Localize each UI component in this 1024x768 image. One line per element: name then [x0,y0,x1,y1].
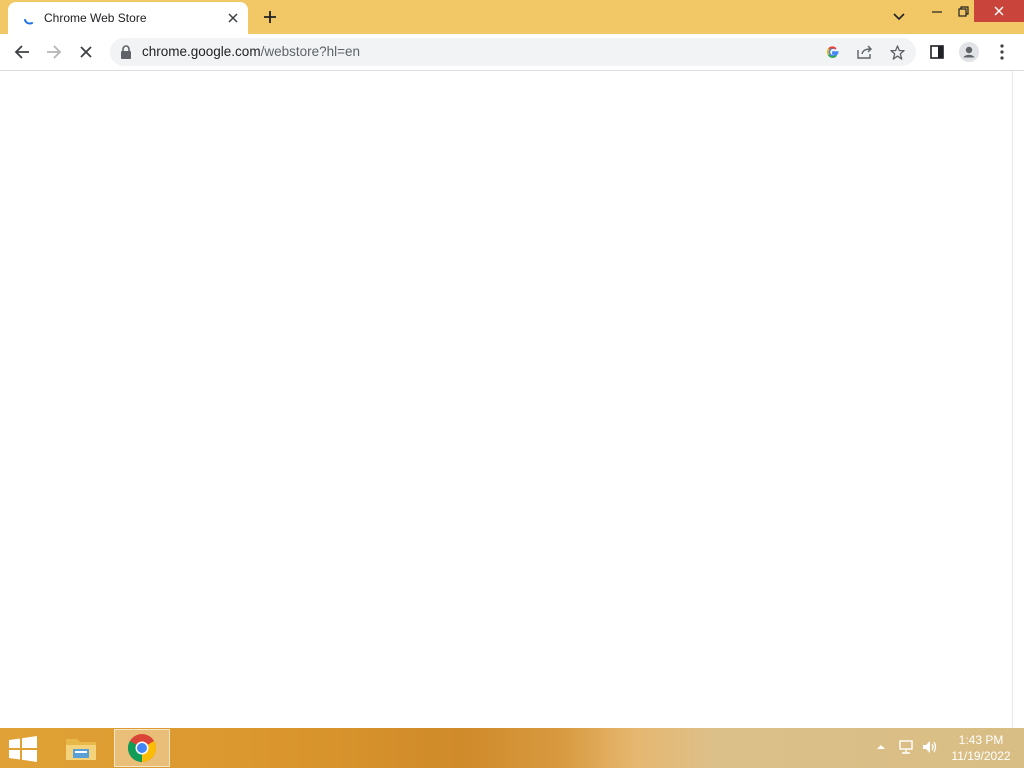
file-explorer-icon [66,739,96,760]
google-icon [826,46,839,58]
url-path: /webstore?hl=en [260,44,361,59]
minimize-icon [932,11,942,13]
windows-taskbar: 1:43 PM 11/19/2022 [0,728,1024,768]
side-panel-button[interactable] [922,37,952,67]
tray-up-arrow-icon [877,745,885,749]
clock-date: 11/19/2022 [951,749,1011,763]
page-content[interactable] [0,71,1012,728]
network-tray-button[interactable] [897,738,915,756]
vertical-scrollbar[interactable] [1012,71,1024,728]
windows-start-icon[interactable] [8,736,38,762]
stop-loading-button[interactable] [71,37,101,67]
back-button[interactable] [7,37,37,67]
tab-chrome-web-store[interactable]: Chrome Web Store [8,2,248,34]
profile-button[interactable] [954,37,984,67]
close-window-button[interactable] [974,0,1024,22]
close-icon [228,13,238,23]
close-icon [994,6,1004,16]
menu-button[interactable] [987,37,1017,67]
restore-icon [957,5,969,17]
stop-icon [80,46,92,58]
taskbar-clock[interactable]: 1:43 PM 11/19/2022 [944,732,1018,764]
url-text: chrome.google.com/webstore?hl=en [142,44,360,59]
profile-icon [959,42,979,62]
forward-arrow-icon [47,45,62,59]
chevron-down-icon [893,13,905,21]
google-lens-button[interactable] [823,42,843,62]
plus-icon [264,11,276,23]
share-icon [857,45,872,59]
network-icon [899,740,913,754]
lock-icon [121,45,131,59]
new-tab-button[interactable] [258,5,282,29]
browser-toolbar: chrome.google.com/webstore?hl=en [0,34,1024,71]
star-icon [889,44,905,60]
forward-button[interactable] [39,37,69,67]
kebab-menu-icon [1000,44,1004,60]
tab-search-button[interactable] [888,6,910,28]
file-explorer-taskbar-button[interactable] [53,729,109,767]
chrome-icon [128,734,156,762]
show-hidden-icons-button[interactable] [872,738,890,756]
back-arrow-icon [14,45,29,59]
share-button[interactable] [855,42,875,62]
side-panel-icon [930,45,944,59]
bookmark-button[interactable] [887,42,907,62]
title-bar: Chrome Web Store [0,0,1024,34]
clock-time: 1:43 PM [958,733,1004,747]
tab-close-button[interactable] [224,9,242,27]
chrome-taskbar-button[interactable] [114,729,170,767]
volume-icon [923,741,937,753]
volume-tray-button[interactable] [921,738,939,756]
url-host: chrome.google.com [142,44,261,59]
tab-title: Chrome Web Store [44,11,147,25]
loading-spinner-icon [24,19,33,25]
address-bar[interactable]: chrome.google.com/webstore?hl=en [110,38,916,66]
